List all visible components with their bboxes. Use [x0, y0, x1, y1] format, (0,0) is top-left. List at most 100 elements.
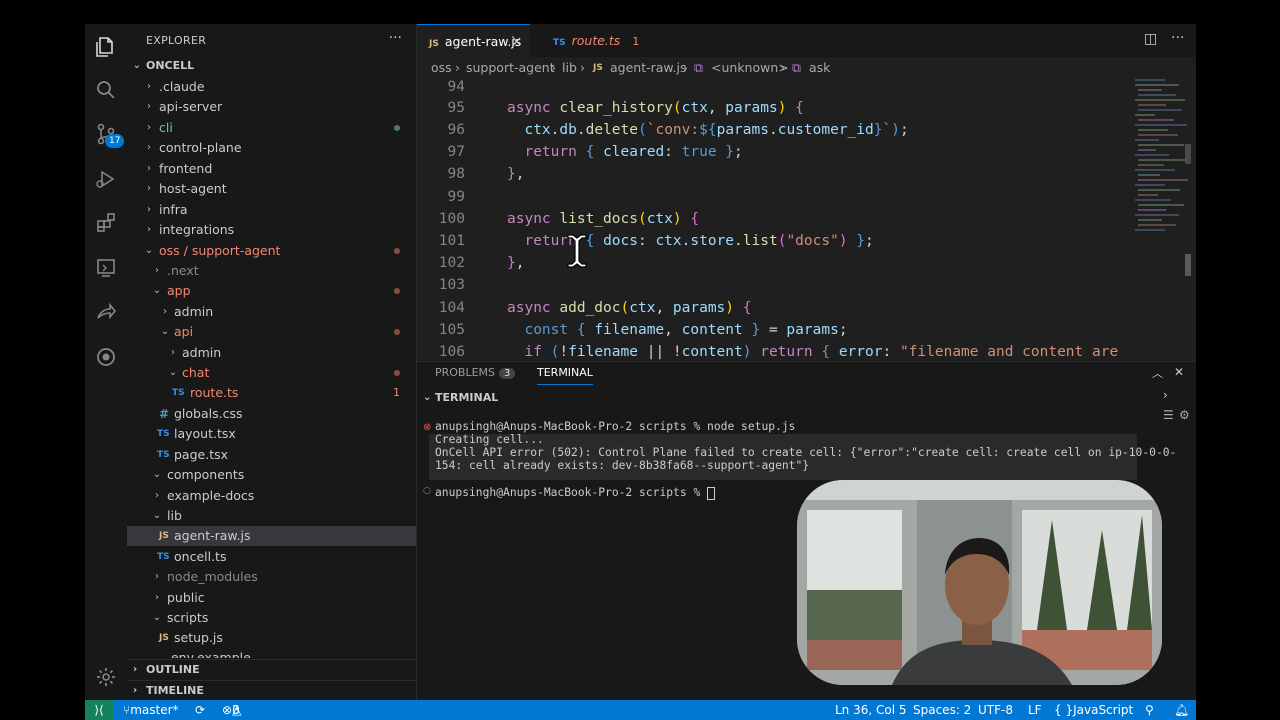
editor-tabs: JS agent-raw.js ✕ TS route.ts 1 ◫ ··· — [417, 24, 1196, 58]
js-file-icon: JS — [429, 39, 439, 49]
terminal-prompt[interactable]: anupsingh@Anups-MacBook-Pro-2 scripts % — [435, 486, 716, 500]
close-icon[interactable]: ✕ — [512, 25, 522, 58]
tree-item-components[interactable]: ⌄ components — [127, 465, 416, 485]
tree-item-support-agent[interactable]: ⌄ oss / support-agent — [127, 241, 416, 261]
encoding[interactable]: UTF-8 — [978, 700, 1013, 720]
tree-item-page-tsx[interactable]: TS page.tsx — [127, 445, 416, 465]
copilot-status-icon[interactable]: ⚲ — [1145, 700, 1154, 720]
error-dot — [394, 248, 400, 254]
tree-item-cli[interactable]: › cli — [127, 118, 416, 138]
terminal-list-icon[interactable]: ☰ — [1163, 408, 1174, 422]
tree-item-host-agent[interactable]: › host-agent — [127, 179, 416, 199]
tree-item-example-docs[interactable]: › example-docs — [127, 486, 416, 506]
branch-status[interactable]: ⑂ master* — [123, 700, 179, 720]
prompt-circle-icon: ○ — [423, 486, 431, 496]
terminal-line: anupsingh@Anups-MacBook-Pro-2 scripts % … — [435, 420, 796, 433]
status-bar: ⟩⟨ ⑂ master* ⟳ ⊗ 3 △ 0 Ln 36, Col 5 Spac… — [85, 700, 1196, 720]
notifications-bell-icon[interactable]: 🔔︎ — [1174, 700, 1189, 720]
tree-item-frontend[interactable]: › frontend — [127, 159, 416, 179]
tree-item-api-admin[interactable]: › admin — [127, 343, 416, 363]
js-file-icon: JS — [159, 531, 169, 541]
scm-badge: 17 — [105, 134, 125, 148]
tree-item-agent-raw-js[interactable]: JS agent-raw.js — [127, 526, 416, 546]
code-line: async add_doc(ctx, params) { — [507, 300, 752, 316]
terminal-settings-icon[interactable]: ⚙ — [1179, 408, 1190, 422]
language-mode[interactable]: { } JavaScript — [1054, 700, 1133, 720]
tree-item-route-ts[interactable]: TS route.ts 1 — [127, 383, 416, 403]
tree-item-oncell-ts[interactable]: TS oncell.ts — [127, 547, 416, 567]
tree-item-setup-js[interactable]: JS setup.js — [127, 628, 416, 648]
breadcrumb-unknown[interactable]: <unknown> — [711, 57, 789, 79]
tree-item-layout-tsx[interactable]: TS layout.tsx — [127, 424, 416, 444]
tree-item-next[interactable]: › .next — [127, 261, 416, 281]
breadcrumb-file[interactable]: agent-raw.js — [610, 57, 686, 79]
more-actions-icon[interactable]: ··· — [389, 30, 402, 46]
modified-dot — [394, 125, 400, 131]
chevron-right-icon: › — [133, 664, 138, 675]
tab-agent-raw-js[interactable]: JS agent-raw.js ✕ — [417, 24, 530, 57]
code-line: return { cleared: true }; — [524, 144, 743, 160]
live-share-icon[interactable] — [93, 299, 119, 325]
problems-status[interactable]: ⊗ 3 △ 0 — [222, 700, 241, 720]
tree-item-env-example[interactable]: .env.example — [127, 648, 416, 658]
run-debug-icon[interactable] — [93, 166, 119, 192]
remote-explorer-icon[interactable] — [93, 255, 119, 281]
cursor-position[interactable]: Ln 36, Col 5 — [835, 700, 907, 720]
chevron-right-icon[interactable]: › — [1163, 388, 1168, 402]
explorer-icon[interactable] — [93, 34, 119, 60]
tab-terminal[interactable]: TERMINAL — [537, 362, 593, 385]
more-actions-icon[interactable]: ··· — [1171, 30, 1184, 46]
extensions-icon[interactable] — [93, 210, 119, 236]
tree-item-infra[interactable]: › infra — [127, 200, 416, 220]
tree-item-node-modules[interactable]: › node_modules — [127, 567, 416, 587]
code-editor[interactable]: 94 95 96 97 98 99 100 101 102 103 104 10… — [417, 79, 1137, 379]
settings-gear-icon[interactable] — [93, 664, 119, 690]
outline-section[interactable]: › OUTLINE — [127, 659, 416, 680]
copilot-icon[interactable] — [93, 344, 119, 370]
breadcrumb-lib[interactable]: lib — [562, 57, 577, 79]
breadcrumb-support-agent[interactable]: support-agent — [466, 57, 555, 79]
minimap[interactable] — [1130, 79, 1196, 379]
tree-item-chat[interactable]: ⌄ chat — [127, 363, 416, 383]
chevron-right-icon: › — [683, 60, 688, 75]
breadcrumb: oss › support-agent › lib › JS agent-raw… — [417, 57, 1196, 79]
js-file-icon: JS — [593, 63, 603, 73]
sync-icon[interactable]: ⟳ — [195, 700, 205, 720]
tree-item-claude[interactable]: › .claude — [127, 77, 416, 97]
search-icon[interactable] — [93, 77, 119, 103]
terminal-line: 154: cell already exists: dev-8b38fa68--… — [435, 459, 810, 472]
tree-item-scripts[interactable]: ⌄ scripts — [127, 608, 416, 628]
terminal-header[interactable]: ⌄ TERMINAL — [417, 388, 1196, 408]
tab-problems[interactable]: PROBLEMS 3 — [435, 362, 516, 384]
tree-item-globals-css[interactable]: # globals.css — [127, 404, 416, 424]
tab-route-ts[interactable]: TS route.ts 1 — [541, 24, 653, 57]
tree-item-app-admin[interactable]: › admin — [127, 302, 416, 322]
breadcrumb-oss[interactable]: oss — [431, 57, 452, 79]
chevron-right-icon: › — [780, 60, 785, 75]
line-ending[interactable]: LF — [1028, 700, 1042, 720]
remote-indicator-icon[interactable]: ⟩⟨ — [85, 700, 113, 720]
tree-item-control-plane[interactable]: › control-plane — [127, 138, 416, 158]
tree-item-public[interactable]: › public — [127, 588, 416, 608]
tree-item-app[interactable]: ⌄ app — [127, 281, 416, 301]
problem-count: 1 — [393, 386, 400, 399]
code-line: async clear_history(ctx, params) { — [507, 100, 804, 116]
tree-item-api-server[interactable]: › api-server — [127, 97, 416, 117]
symbol-icon: ⧉ — [792, 60, 801, 75]
code-line: ctx.db.delete(`conv:${params.customer_id… — [524, 122, 909, 138]
activity-bar: 17 — [85, 24, 127, 700]
error-dot — [394, 288, 400, 294]
tree-item-lib[interactable]: ⌄ lib — [127, 506, 416, 526]
split-editor-icon[interactable]: ◫ — [1144, 31, 1157, 47]
maximize-panel-icon[interactable]: ︿ — [1152, 365, 1163, 381]
symbol-icon: ⧉ — [694, 60, 703, 75]
tree-item-api[interactable]: ⌄ api — [127, 322, 416, 342]
timeline-section[interactable]: › TIMELINE — [127, 680, 416, 701]
problems-badge: 3 — [499, 368, 516, 379]
close-panel-icon[interactable]: ✕ — [1174, 365, 1184, 379]
tree-item-integrations[interactable]: › integrations — [127, 220, 416, 240]
code-line: if (!filename || !content) return { erro… — [524, 344, 1119, 360]
workspace-root[interactable]: ⌄ ONCELL — [127, 56, 416, 76]
breadcrumb-ask[interactable]: ask — [809, 57, 830, 79]
indentation[interactable]: Spaces: 2 — [913, 700, 971, 720]
